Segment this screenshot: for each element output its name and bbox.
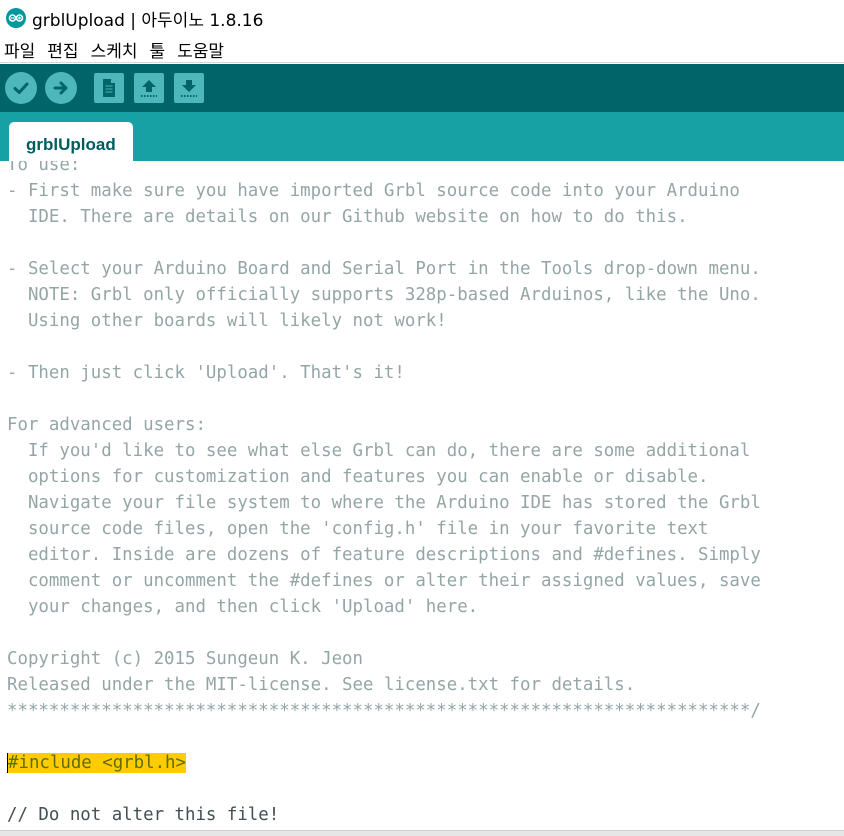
code-editor[interactable]: To use: - First make sure you have import… <box>0 161 844 830</box>
arduino-ide-window: grblUpload | 아두이노 1.8.16 파일 편집 스케치 툴 도움말 <box>0 0 844 836</box>
tab-label: grblUpload <box>26 134 116 154</box>
menu-tools[interactable]: 툴 <box>149 37 165 62</box>
code-line: IDE. There are details on our Github web… <box>7 207 688 227</box>
code-line: - Select your Arduino Board and Serial P… <box>7 259 761 279</box>
title-bar: grblUpload | 아두이노 1.8.16 <box>0 0 844 36</box>
code-line: your changes, and then click 'Upload' he… <box>7 597 479 617</box>
verify-button[interactable] <box>5 72 37 104</box>
arduino-logo-icon <box>6 8 26 28</box>
tab-grblupload[interactable]: grblUpload <box>9 122 133 161</box>
code-line: - Then just click 'Upload'. That's it! <box>7 363 405 383</box>
code-line: If you'd like to see what else Grbl can … <box>7 441 751 461</box>
code-line: // Do not alter this file! <box>7 805 280 825</box>
menu-help[interactable]: 도움말 <box>177 37 224 62</box>
new-file-icon <box>103 79 115 97</box>
code-line: source code files, open the 'config.h' f… <box>7 519 709 539</box>
menu-sketch[interactable]: 스케치 <box>91 37 138 62</box>
menu-bar: 파일 편집 스케치 툴 도움말 <box>0 36 844 63</box>
code-line: For advanced users: <box>7 415 206 435</box>
open-up-arrow-icon <box>141 80 157 97</box>
code-line: ****************************************… <box>7 701 761 721</box>
code-line: - First make sure you have imported Grbl… <box>7 181 740 201</box>
menu-edit[interactable]: 편집 <box>47 37 78 62</box>
arrow-right-icon <box>53 81 68 95</box>
code-line: options for customization and features y… <box>7 467 709 487</box>
menu-file[interactable]: 파일 <box>4 37 35 62</box>
code-line: Using other boards will likely not work! <box>7 311 447 331</box>
save-button[interactable] <box>174 73 204 103</box>
save-down-arrow-icon <box>181 80 197 97</box>
new-sketch-button[interactable] <box>94 73 124 103</box>
include-directive-highlight: #include <grbl.h> <box>8 753 186 773</box>
code-line: NOTE: Grbl only officially supports 328p… <box>7 285 761 305</box>
open-button[interactable] <box>134 73 164 103</box>
window-title: grblUpload | 아두이노 1.8.16 <box>32 10 264 31</box>
code-line: Copyright (c) 2015 Sungeun K. Jeon <box>7 649 363 669</box>
toolbar <box>0 64 844 112</box>
upload-button[interactable] <box>45 72 77 104</box>
check-icon <box>13 82 29 94</box>
code-line: Navigate your file system to where the A… <box>7 493 761 513</box>
code-line: #include <grbl.h> <box>7 750 186 776</box>
tab-strip: grblUpload <box>0 112 844 161</box>
editor-bottom-edge <box>0 830 844 836</box>
code-line: editor. Inside are dozens of feature des… <box>7 545 761 565</box>
code-line: Released under the MIT-license. See lice… <box>7 675 636 695</box>
code-line: comment or uncomment the #defines or alt… <box>7 571 761 591</box>
code-line: To use: <box>7 161 81 175</box>
